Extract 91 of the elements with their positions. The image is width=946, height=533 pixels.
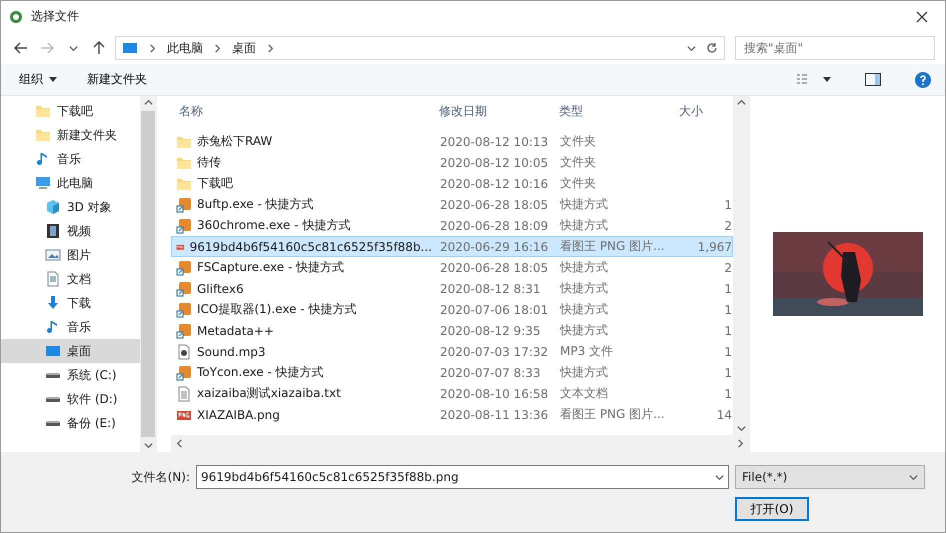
sidebar-item[interactable]: 视频 [1,219,140,243]
file-row[interactable]: Sound.mp3 2020-07-03 17:32 MP3 文件 1 [171,341,733,362]
image-icon [45,247,61,263]
breadcrumb[interactable]: 桌面 [232,40,256,56]
shortcut-icon [176,302,192,318]
folder-icon [35,127,51,143]
chevron-down-icon [144,441,152,450]
folder-icon [35,103,51,119]
shortcut-icon [176,364,192,380]
cube-icon [45,199,61,215]
column-header[interactable]: 类型 [551,103,671,120]
sidebar-item[interactable]: 此电脑 [1,171,140,195]
up-arrow-icon [93,41,105,55]
file-row[interactable]: 待传 2020-08-12 10:05 文件夹 [171,152,733,173]
download-icon [45,295,61,311]
address-bar[interactable]: 此电脑 桌面 [115,36,725,60]
forward-arrow-icon [40,42,54,54]
close-icon [916,10,928,22]
file-row[interactable]: ToYcon.exe - 快捷方式 2020-07-07 8:33 快捷方式 1 [171,362,733,383]
file-row[interactable]: XIAZAIBA.png 2020-08-11 13:36 看图王 PNG 图片... 14 [171,404,733,425]
chevron-up-icon [144,98,152,107]
file-row[interactable]: 9619bd4b6f54160c5c81c6525f35f88b... 2020-06-29 16:16 看图王 PNG 图片... 1,967 [171,236,733,257]
sidebar-item[interactable]: 下载 [1,291,140,315]
shortcut-icon [176,218,192,234]
file-row[interactable]: 360chrome.exe - 快捷方式 2020-06-28 18:09 快捷方式 2 [171,215,733,236]
chevron-down-icon [715,472,724,482]
sidebar-item[interactable]: 系统 (C:) [1,363,140,387]
desktop-icon [122,40,138,56]
sidebar-item[interactable]: 备份 (E:) [1,411,140,435]
help-icon[interactable] [915,72,931,88]
chevron-down-icon [736,424,746,433]
film-icon [45,223,61,239]
drive-icon [45,420,61,426]
sidebar-item[interactable]: 图片 [1,243,140,267]
chevron-up-icon [736,98,746,107]
file-row[interactable]: Metadata++ 2020-08-12 9:35 快捷方式 1 [171,320,733,341]
file-row[interactable]: ICO提取器(1).exe - 快捷方式 2020-07-06 18:01 快捷方式 1 [171,299,733,320]
chevron-right-icon [266,44,275,52]
sidebar-item[interactable]: 3D 对象 [1,195,140,219]
open-button[interactable]: 打开(O) [735,497,809,521]
shortcut-icon [176,196,192,212]
drive-icon [45,396,61,402]
file-row[interactable]: 8uftp.exe - 快捷方式 2020-06-28 18:05 快捷方式 1 [171,194,733,215]
desktop-icon [45,343,61,359]
file-row[interactable]: Gliftex6 2020-08-12 8:31 快捷方式 1 [171,278,733,299]
document-icon [45,271,61,287]
breadcrumb[interactable]: 此电脑 [167,40,203,56]
sidebar-item[interactable]: 音乐 [1,315,140,339]
filename-field[interactable]: 9619bd4b6f54160c5c81c6525f35f88b.png [196,465,729,489]
sidebar-item[interactable]: 文档 [1,267,140,291]
file-row[interactable]: 赤兔松下RAW 2020-08-12 10:13 文件夹 [171,131,733,152]
chevron-down-icon [68,44,78,52]
text-file-icon [176,386,192,402]
sidebar-item[interactable]: 音乐 [1,147,140,171]
filename-label: 文件名(N): [132,468,190,486]
sidebar-scrollbar[interactable] [140,96,156,452]
dropdown-icon[interactable] [823,77,831,82]
sidebar-item[interactable]: 软件 (D:) [1,387,140,411]
sidebar-item[interactable]: 桌面 [1,339,140,363]
shortcut-icon [176,280,192,296]
shortcut-icon [176,322,192,338]
window-title: 选择文件 [31,8,80,25]
dropdown-icon [49,77,57,82]
new-folder-button[interactable]: 新建文件夹 [77,67,157,92]
file-type-dropdown[interactable]: File(*.*) [735,465,925,489]
search-field[interactable]: 搜索"桌面" [735,36,935,60]
sidebar-item[interactable]: 新建文件夹 [1,123,140,147]
file-row[interactable]: xaizaiba测试xiazaiba.txt 2020-08-10 16:58 文本文档 1 [171,383,733,404]
list-scrollbar[interactable] [733,96,749,435]
audio-file-icon [176,344,192,360]
column-header[interactable]: 名称 [171,103,431,120]
computer-icon [35,175,51,191]
organize-button[interactable]: 组织 [9,67,67,92]
column-header[interactable]: 大小 [671,103,731,120]
back-arrow-icon [14,42,28,54]
chevron-right-icon [148,44,157,52]
column-header[interactable]: 修改日期 [431,103,551,120]
file-row[interactable]: 下载吧 2020-08-12 10:16 文件夹 [171,173,733,194]
preview-pane-icon[interactable] [865,73,881,86]
app-icon [9,10,23,24]
chevron-down-icon [909,472,918,482]
chevron-down-icon [687,44,696,52]
chevron-left-icon [175,439,184,448]
chevron-right-icon [213,44,222,52]
horizontal-scrollbar[interactable] [171,435,749,452]
file-row[interactable]: FSCapture.exe - 快捷方式 2020-06-28 18:05 快捷方式 2 [171,257,733,278]
refresh-icon[interactable] [706,42,718,54]
shortcut-icon [176,260,192,276]
chevron-right-icon [736,439,745,448]
sidebar-item[interactable]: 下载吧 [1,99,140,123]
drive-icon [45,372,61,378]
